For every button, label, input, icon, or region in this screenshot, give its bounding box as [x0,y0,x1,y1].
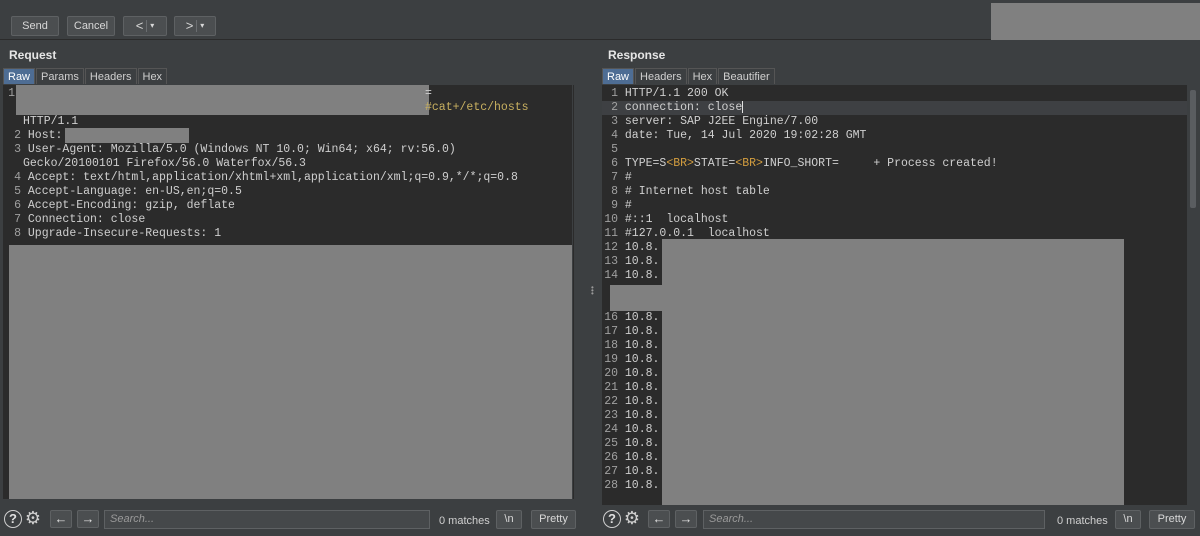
code-line: 8 Upgrade-Insecure-Requests: 1 [14,227,222,240]
pretty-button[interactable]: Pretty [531,510,576,529]
code-line: 2 connection: close [611,101,744,115]
response-search-bar: ? ⚙ ← → Search... 0 matches \n Pretty [597,506,1200,532]
tab-beautifier[interactable]: Beautifier [718,68,775,84]
code-line: 13 10.8. [604,255,660,268]
pretty-button[interactable]: Pretty [1149,510,1195,529]
redacted-request-body [9,245,572,499]
code-line: 7 Connection: close [14,213,146,226]
history-back-button[interactable]: < ▾ [123,16,167,36]
tab-headers[interactable]: Headers [635,68,687,84]
code-line: 17 10.8. [604,325,660,338]
request-pane: Request Raw Params Headers Hex 1 = #cat+… [0,40,587,536]
code-line: 6 TYPE=S<BR>STATE=<BR>INFO_SHORT= + Proc… [611,157,998,170]
search-input[interactable]: Search... [104,510,430,529]
response-tabs: Raw Headers Hex Beautifier [602,68,776,84]
response-editor[interactable]: 1 HTTP/1.1 200 OK 2 connection: close 3 … [602,85,1187,505]
tab-raw[interactable]: Raw [602,68,635,84]
code-line: 18 10.8. [604,339,660,352]
arrow-right-icon: → [679,511,693,526]
redacted-hosts [662,239,1124,287]
code-line: HTTP/1.1 [23,115,79,128]
chevron-down-icon: ▾ [150,21,155,31]
arrow-right-icon: → [81,511,95,526]
code-line: 1 [8,87,15,100]
code-line: = [425,87,432,100]
code-line: 7 # [611,171,632,184]
code-line: 3 server: SAP J2EE Engine/7.00 [611,115,819,128]
code-line: 1 HTTP/1.1 200 OK [611,87,729,100]
match-count: 0 matches [1057,515,1108,527]
code-line: 4 date: Tue, 14 Jul 2020 19:02:28 GMT [611,129,867,142]
code-line: 22 10.8. [604,395,660,408]
code-line: 2 Host: [14,129,70,142]
request-editor[interactable]: 1 = #cat+/etc/hosts HTTP/1.1 2 Host: 3 U… [3,85,572,499]
code-line: 16 10.8. [604,311,660,324]
code-line: 6 Accept-Encoding: gzip, deflate [14,199,235,212]
arrow-right-icon: > [185,18,194,34]
code-line: 8 # Internet host table [611,185,770,198]
code-line: 19 10.8. [604,353,660,366]
code-line: 27 10.8. [604,465,660,478]
gear-icon[interactable]: ⚙ [622,508,642,528]
arrow-left-icon: ← [54,511,68,526]
search-next-button[interactable]: → [675,510,697,528]
history-forward-button[interactable]: > ▾ [174,16,216,36]
code-line: #cat+/etc/hosts [425,101,529,114]
code-line: 20 10.8. [604,367,660,380]
gear-icon[interactable]: ⚙ [23,508,43,528]
request-tabs: Raw Params Headers Hex [3,68,168,84]
arrow-left-icon: < [135,18,144,34]
response-pane: Response Raw Headers Hex Beautifier 1 HT… [597,40,1200,536]
code-line: 9 # [611,199,632,212]
code-line: 10 #::1 localhost [604,213,729,226]
request-scrollbar[interactable] [573,85,583,499]
code-line: 5 Accept-Language: en-US,en;q=0.5 [14,185,242,198]
search-prev-button[interactable]: ← [648,510,670,528]
search-prev-button[interactable]: ← [50,510,72,528]
code-line: 24 10.8. [604,423,660,436]
match-count: 0 matches [439,515,490,527]
help-icon[interactable]: ? [4,510,22,528]
help-icon[interactable]: ? [603,510,621,528]
code-line: 14 10.8. [604,269,660,282]
redacted-hosts [610,285,1124,311]
newline-toggle-button[interactable]: \n [496,510,522,529]
code-line: 25 10.8. [604,437,660,450]
tab-hex[interactable]: Hex [137,68,168,84]
redacted-host [65,128,189,143]
response-scrollbar-thumb[interactable] [1190,90,1196,208]
search-input[interactable]: Search... [703,510,1045,529]
request-title: Request [9,48,57,62]
code-line: 21 10.8. [604,381,660,394]
redacted-hosts [662,311,1124,505]
tab-params[interactable]: Params [36,68,84,84]
text-cursor [742,101,744,113]
arrow-left-icon: ← [652,511,666,526]
code-line: 3 User-Agent: Mozilla/5.0 (Windows NT 10… [14,143,456,156]
newline-toggle-button[interactable]: \n [1115,510,1141,529]
search-next-button[interactable]: → [77,510,99,528]
drag-handle-icon[interactable]: • • • [591,284,594,298]
cancel-button[interactable]: Cancel [67,16,115,36]
code-line: 23 10.8. [604,409,660,422]
tab-hex[interactable]: Hex [687,68,718,84]
request-search-bar: ? ⚙ ← → Search... 0 matches \n Pretty [0,506,587,532]
code-line: 12 10.8. [604,241,660,254]
code-line: 26 10.8. [604,451,660,464]
send-button[interactable]: Send [11,16,59,36]
code-line: 5 [611,143,618,156]
code-line: 28 10.8. [604,479,660,492]
response-title: Response [608,48,666,62]
tab-headers[interactable]: Headers [84,68,137,84]
redacted-request-url [16,85,429,115]
tab-raw[interactable]: Raw [3,68,36,84]
chevron-down-icon: ▾ [200,21,205,31]
code-line: Gecko/20100101 Firefox/56.0 Waterfox/56.… [23,157,306,170]
code-line: 4 Accept: text/html,application/xhtml+xm… [14,171,518,184]
